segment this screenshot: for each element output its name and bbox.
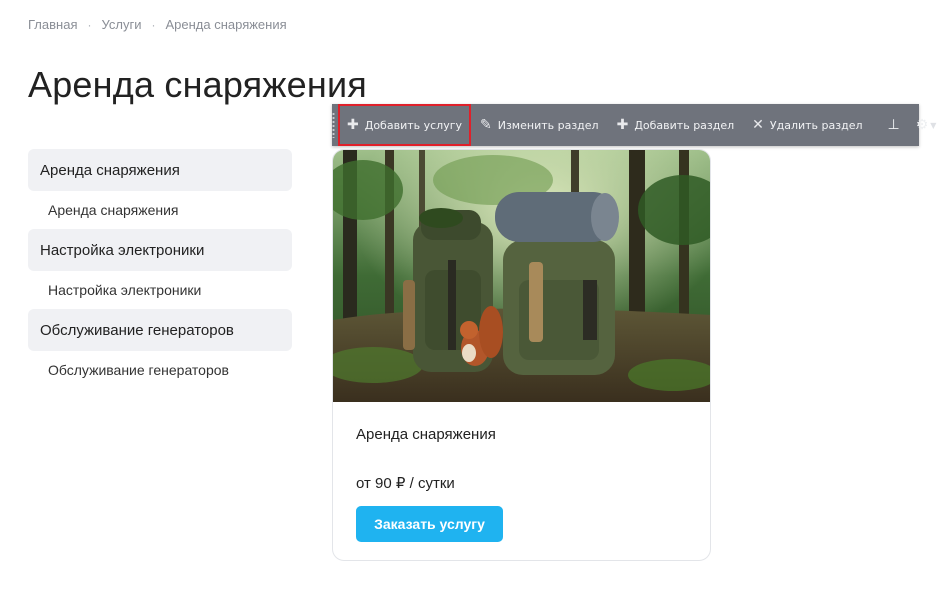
- sidebar-item-generator-service[interactable]: Обслуживание генераторов: [28, 351, 292, 389]
- gear-icon: ⚙: [915, 117, 929, 133]
- breadcrumb-home[interactable]: Главная: [28, 17, 77, 32]
- settings-button[interactable]: ⚙ ▼: [908, 104, 945, 146]
- page: Главная · Услуги · Аренда снаряжения Аре…: [0, 0, 946, 597]
- add-section-button[interactable]: ✚ Добавить раздел: [608, 104, 744, 146]
- backpacks-with-squirrel-photo: [333, 150, 710, 402]
- add-section-label: Добавить раздел: [634, 118, 735, 132]
- service-card-title[interactable]: Аренда снаряжения: [356, 426, 496, 443]
- service-card[interactable]: Аренда снаряжения от 90 ₽ / сутки Заказа…: [332, 149, 711, 561]
- pin-button[interactable]: ⊥: [880, 104, 908, 146]
- page-title: Аренда снаряжения: [28, 64, 367, 105]
- breadcrumb: Главная · Услуги · Аренда снаряжения: [28, 17, 287, 32]
- add-service-label: Добавить услугу: [364, 118, 462, 132]
- sidebar-item-electronics-setup[interactable]: Настройка электроники: [28, 271, 292, 309]
- sidebar-group-electronics-setup[interactable]: Настройка электроники: [28, 229, 292, 271]
- sidebar-group-generator-service[interactable]: Обслуживание генераторов: [28, 309, 292, 351]
- pin-icon: ⊥: [887, 117, 900, 133]
- toolbar-drag-handle[interactable]: [332, 104, 335, 146]
- admin-toolbar: ✚ Добавить услугу ✎ Изменить раздел ✚ До…: [332, 104, 936, 146]
- breadcrumb-services[interactable]: Услуги: [101, 17, 141, 32]
- order-service-button[interactable]: Заказать услугу: [356, 506, 503, 542]
- delete-section-button[interactable]: ✕ Удалить раздел: [743, 104, 871, 146]
- service-card-image[interactable]: [333, 150, 710, 402]
- service-card-price: от 90 ₽ / сутки: [356, 475, 455, 492]
- sidebar: Аренда снаряжения Аренда снаряжения Наст…: [28, 149, 292, 389]
- plus-icon: ✚: [347, 117, 359, 133]
- chevron-down-icon: ▼: [930, 120, 937, 130]
- breadcrumb-separator: ·: [87, 17, 92, 32]
- pencil-icon: ✎: [480, 117, 492, 133]
- x-icon: ✕: [752, 117, 764, 133]
- sidebar-group-equipment-rental[interactable]: Аренда снаряжения: [28, 149, 292, 191]
- delete-section-label: Удалить раздел: [769, 118, 863, 132]
- plus-icon: ✚: [616, 117, 629, 133]
- add-service-button[interactable]: ✚ Добавить услугу: [338, 104, 471, 146]
- edit-section-label: Изменить раздел: [497, 118, 599, 132]
- edit-section-button[interactable]: ✎ Изменить раздел: [471, 104, 608, 146]
- breadcrumb-separator: ·: [151, 17, 156, 32]
- sidebar-item-equipment-rental[interactable]: Аренда снаряжения: [28, 191, 292, 229]
- breadcrumb-current: Аренда снаряжения: [165, 17, 287, 32]
